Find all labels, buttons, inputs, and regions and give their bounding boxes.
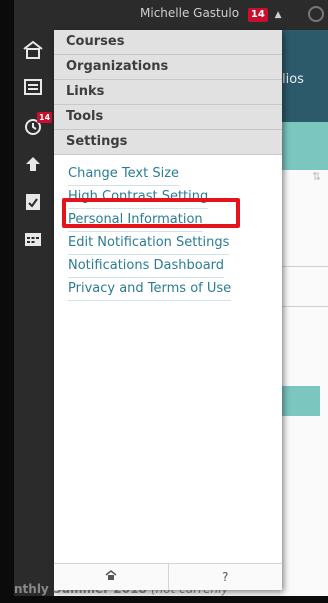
user-menu[interactable]: Michelle Gastulo 14 ▲ xyxy=(140,6,282,22)
grades-icon[interactable] xyxy=(20,192,46,216)
footer-home-button[interactable] xyxy=(54,564,168,590)
footer-help-button[interactable]: ? xyxy=(167,564,283,590)
power-icon[interactable] xyxy=(308,6,324,22)
top-bar: Michelle Gastulo 14 ▲ xyxy=(14,0,328,30)
sort-icon: ⇅ xyxy=(312,170,322,183)
user-name: Michelle Gastulo xyxy=(140,6,240,20)
home-icon[interactable] xyxy=(20,40,46,64)
alerts-badge: 14 xyxy=(37,112,53,123)
page-content xyxy=(280,170,328,596)
home-icon xyxy=(105,570,117,580)
screenshot-frame: lios ⇅ Michelle Gastulo 14 ▲ 14 nthly Co… xyxy=(0,0,328,603)
menu-list: Courses Organizations Links Tools Settin… xyxy=(54,30,282,155)
caret-up-icon: ▲ xyxy=(274,10,282,20)
setting-privacy-terms[interactable]: Privacy and Terms of Use xyxy=(68,278,232,301)
navigation-dropdown: Courses Organizations Links Tools Settin… xyxy=(54,30,282,590)
upload-icon[interactable] xyxy=(20,154,46,178)
calendar-icon[interactable] xyxy=(20,230,46,254)
menu-item-links[interactable]: Links xyxy=(54,80,282,105)
panel-footer: ? xyxy=(54,563,282,590)
alerts-clock-icon[interactable]: 14 xyxy=(20,112,53,140)
menu-item-organizations[interactable]: Organizations xyxy=(54,55,282,80)
divider xyxy=(280,306,328,307)
courses-list-icon[interactable] xyxy=(20,78,46,102)
menu-item-settings[interactable]: Settings xyxy=(54,130,282,155)
content-block xyxy=(280,386,320,416)
setting-edit-notification-settings[interactable]: Edit Notification Settings xyxy=(68,232,230,255)
divider xyxy=(280,266,328,267)
menu-item-tools[interactable]: Tools xyxy=(54,105,282,130)
menu-item-courses[interactable]: Courses xyxy=(54,30,282,55)
setting-notifications-dashboard[interactable]: Notifications Dashboard xyxy=(68,255,225,278)
setting-change-text-size[interactable]: Change Text Size xyxy=(68,163,180,186)
notification-badge: 14 xyxy=(247,8,268,22)
highlight-annotation xyxy=(62,198,240,228)
icon-rail: 14 xyxy=(14,30,54,596)
settings-submenu: Change Text Size High Contrast Setting P… xyxy=(54,155,282,301)
page-header-text: lios xyxy=(282,72,304,87)
help-icon: ? xyxy=(222,570,229,584)
